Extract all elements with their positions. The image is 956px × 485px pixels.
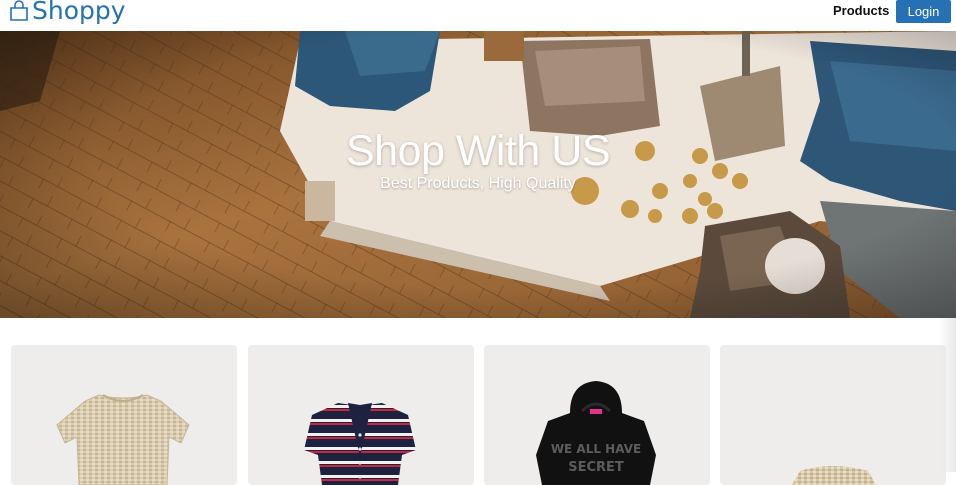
product-card[interactable]	[248, 345, 474, 485]
product-card[interactable]	[720, 345, 946, 485]
brand-logo[interactable]: Shoppy	[8, 0, 126, 24]
login-button[interactable]: Login	[896, 0, 951, 23]
product-grid: WE ALL HAVE SECRET	[0, 318, 956, 485]
navbar: Shoppy Products Login	[0, 0, 956, 31]
brand-name: Shoppy	[32, 0, 126, 25]
hero-banner: Shop With US Best Products, High Quality	[0, 31, 956, 318]
scroll-edge-shadow	[938, 318, 956, 472]
product-card[interactable]: WE ALL HAVE SECRET	[484, 345, 710, 485]
shopping-bag-icon	[10, 0, 28, 21]
tweed-skirt-image	[792, 466, 876, 485]
tweed-top-image	[56, 394, 190, 485]
hoodie-print-line2: SECRET	[568, 460, 624, 475]
hoodie-print-line1: WE ALL HAVE	[551, 442, 641, 456]
striped-cardigan-image	[304, 403, 416, 485]
hero-title: Shop With US	[345, 127, 611, 175]
black-hoodie-image: WE ALL HAVE SECRET	[536, 381, 656, 485]
nav-products-link[interactable]: Products	[833, 3, 889, 19]
product-card[interactable]	[11, 345, 237, 485]
hero-subtitle: Best Products, High Quality	[380, 175, 576, 192]
